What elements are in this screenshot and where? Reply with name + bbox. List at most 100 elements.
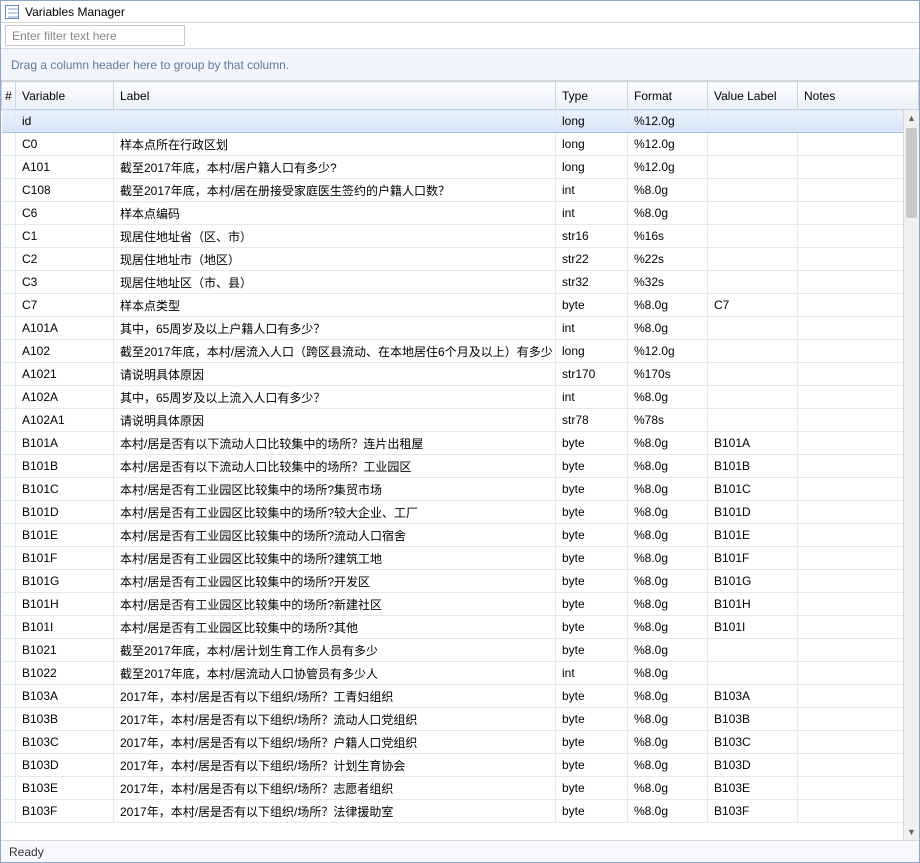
cell-label[interactable]: 本村/居是否有工业园区比较集中的场所?较大企业、工厂 — [114, 501, 556, 524]
cell-format[interactable]: %8.0g — [628, 616, 708, 639]
cell-type[interactable]: byte — [556, 731, 628, 754]
cell-variable[interactable]: B1021 — [16, 639, 114, 662]
cell-label[interactable]: 其中，65周岁及以上户籍人口有多少？ — [114, 317, 556, 340]
cell-notes[interactable] — [798, 547, 919, 570]
cell-variable[interactable]: B103B — [16, 708, 114, 731]
vertical-scrollbar[interactable]: ▲ ▼ — [903, 110, 919, 840]
cell-variable[interactable]: id — [16, 110, 114, 133]
cell-type[interactable]: long — [556, 133, 628, 156]
cell-label[interactable]: 现居住地址省（区、市） — [114, 225, 556, 248]
cell-notes[interactable] — [798, 110, 919, 133]
cell-label[interactable]: 请说明具体原因 — [114, 363, 556, 386]
cell-type[interactable]: byte — [556, 800, 628, 823]
cell-type[interactable]: byte — [556, 524, 628, 547]
table-row[interactable]: C0样本点所在行政区划long%12.0g — [2, 133, 919, 156]
cell-value-label[interactable] — [708, 340, 798, 363]
cell-format[interactable]: %8.0g — [628, 662, 708, 685]
cell-format[interactable]: %8.0g — [628, 317, 708, 340]
cell-format[interactable]: %170s — [628, 363, 708, 386]
cell-format[interactable]: %8.0g — [628, 777, 708, 800]
cell-variable[interactable]: B101F — [16, 547, 114, 570]
cell-variable[interactable]: C6 — [16, 202, 114, 225]
cell-label[interactable]: 请说明具体原因 — [114, 409, 556, 432]
cell-notes[interactable] — [798, 639, 919, 662]
cell-value-label[interactable] — [708, 179, 798, 202]
cell-format[interactable]: %8.0g — [628, 386, 708, 409]
cell-index[interactable] — [2, 593, 16, 616]
table-row[interactable]: A102截至2017年底，本村/居流入人口（跨区县流动、在本地居住6个月及以上）… — [2, 340, 919, 363]
cell-index[interactable] — [2, 179, 16, 202]
cell-value-label[interactable] — [708, 271, 798, 294]
cell-value-label[interactable]: B103D — [708, 754, 798, 777]
cell-index[interactable] — [2, 616, 16, 639]
cell-value-label[interactable] — [708, 317, 798, 340]
cell-index[interactable] — [2, 386, 16, 409]
cell-notes[interactable] — [798, 363, 919, 386]
table-row[interactable]: B101G本村/居是否有工业园区比较集中的场所?开发区byte%8.0gB101… — [2, 570, 919, 593]
cell-format[interactable]: %8.0g — [628, 639, 708, 662]
table-row[interactable]: C6样本点编码int%8.0g — [2, 202, 919, 225]
cell-value-label[interactable]: B101F — [708, 547, 798, 570]
table-row[interactable]: A102A1请说明具体原因str78%78s — [2, 409, 919, 432]
cell-notes[interactable] — [798, 777, 919, 800]
cell-format[interactable]: %8.0g — [628, 547, 708, 570]
cell-index[interactable] — [2, 547, 16, 570]
cell-variable[interactable]: B103A — [16, 685, 114, 708]
cell-notes[interactable] — [798, 340, 919, 363]
cell-type[interactable]: byte — [556, 432, 628, 455]
cell-type[interactable]: byte — [556, 616, 628, 639]
cell-label[interactable]: 样本点编码 — [114, 202, 556, 225]
cell-index[interactable] — [2, 524, 16, 547]
cell-notes[interactable] — [798, 133, 919, 156]
table-row[interactable]: B101F本村/居是否有工业园区比较集中的场所?建筑工地byte%8.0gB10… — [2, 547, 919, 570]
table-row[interactable]: C1现居住地址省（区、市）str16%16s — [2, 225, 919, 248]
table-row[interactable]: B101B本村/居是否有以下流动人口比较集中的场所？工业园区byte%8.0gB… — [2, 455, 919, 478]
cell-index[interactable] — [2, 478, 16, 501]
cell-value-label[interactable]: B101C — [708, 478, 798, 501]
cell-type[interactable]: byte — [556, 501, 628, 524]
cell-value-label[interactable] — [708, 202, 798, 225]
cell-value-label[interactable]: B101B — [708, 455, 798, 478]
cell-value-label[interactable]: B103F — [708, 800, 798, 823]
cell-variable[interactable]: B101G — [16, 570, 114, 593]
col-header-value-label[interactable]: Value Label — [708, 82, 798, 110]
cell-variable[interactable]: C3 — [16, 271, 114, 294]
cell-format[interactable]: %8.0g — [628, 524, 708, 547]
cell-variable[interactable]: B101E — [16, 524, 114, 547]
cell-label[interactable]: 本村/居是否有工业园区比较集中的场所?新建社区 — [114, 593, 556, 616]
cell-label[interactable]: 截至2017年底，本村/居流入人口（跨区县流动、在本地居住6个月及以上）有多少 — [114, 340, 556, 363]
cell-variable[interactable]: C0 — [16, 133, 114, 156]
cell-notes[interactable] — [798, 455, 919, 478]
table-row[interactable]: B103E2017年，本村/居是否有以下组织/场所？志愿者组织byte%8.0g… — [2, 777, 919, 800]
table-row[interactable]: B103C2017年，本村/居是否有以下组织/场所？户籍人口党组织byte%8.… — [2, 731, 919, 754]
cell-label[interactable]: 2017年，本村/居是否有以下组织/场所？流动人口党组织 — [114, 708, 556, 731]
cell-index[interactable] — [2, 639, 16, 662]
cell-label[interactable]: 本村/居是否有以下流动人口比较集中的场所？连片出租屋 — [114, 432, 556, 455]
cell-value-label[interactable]: B103C — [708, 731, 798, 754]
cell-index[interactable] — [2, 662, 16, 685]
cell-type[interactable]: int — [556, 386, 628, 409]
cell-value-label[interactable] — [708, 133, 798, 156]
cell-type[interactable]: int — [556, 662, 628, 685]
cell-variable[interactable]: B103E — [16, 777, 114, 800]
table-row[interactable]: B103B2017年，本村/居是否有以下组织/场所？流动人口党组织byte%8.… — [2, 708, 919, 731]
cell-format[interactable]: %32s — [628, 271, 708, 294]
cell-type[interactable]: byte — [556, 478, 628, 501]
cell-value-label[interactable] — [708, 248, 798, 271]
cell-label[interactable]: 截至2017年底，本村/居计划生育工作人员有多少 — [114, 639, 556, 662]
cell-label[interactable]: 本村/居是否有工业园区比较集中的场所?建筑工地 — [114, 547, 556, 570]
cell-variable[interactable]: A1021 — [16, 363, 114, 386]
cell-value-label[interactable] — [708, 639, 798, 662]
cell-label[interactable]: 现居住地址区（市、县） — [114, 271, 556, 294]
cell-notes[interactable] — [798, 800, 919, 823]
table-row[interactable]: B103D2017年，本村/居是否有以下组织/场所？计划生育协会byte%8.0… — [2, 754, 919, 777]
cell-label[interactable]: 2017年，本村/居是否有以下组织/场所？法律援助室 — [114, 800, 556, 823]
cell-format[interactable]: %8.0g — [628, 570, 708, 593]
cell-index[interactable] — [2, 133, 16, 156]
cell-notes[interactable] — [798, 754, 919, 777]
cell-notes[interactable] — [798, 248, 919, 271]
cell-value-label[interactable]: B101E — [708, 524, 798, 547]
cell-type[interactable]: byte — [556, 708, 628, 731]
cell-notes[interactable] — [798, 409, 919, 432]
cell-label[interactable]: 本村/居是否有工业园区比较集中的场所?其他 — [114, 616, 556, 639]
